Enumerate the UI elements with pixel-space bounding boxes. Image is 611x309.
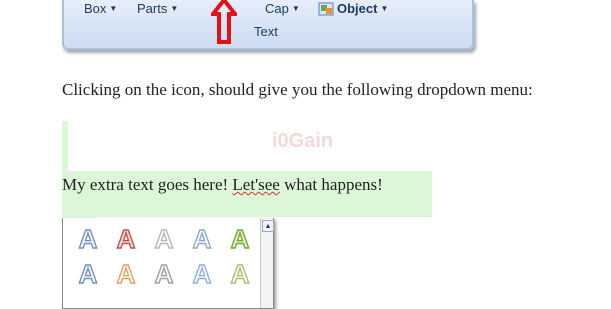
wordart-grid: AAAAAAAAAA — [69, 225, 259, 287]
drop-cap-button[interactable]: Cap ▼ — [265, 1, 300, 16]
wordart-style-9[interactable]: A — [183, 260, 221, 287]
extra-text-line: My extra text goes here! Let'see what ha… — [62, 175, 383, 195]
chevron-down-icon: ▼ — [380, 4, 389, 13]
wordart-style-5[interactable]: A — [221, 225, 259, 252]
gallery-scrollbar[interactable]: ▲ — [260, 218, 274, 308]
watermark-logo: i0Gain — [272, 130, 334, 152]
extra-text-part1: My extra text goes here! — [62, 175, 233, 194]
text-group-label: Text — [254, 24, 278, 39]
wordart-style-8[interactable]: A — [145, 260, 183, 287]
text-box-label: Box — [84, 1, 107, 16]
wordart-style-1[interactable]: A — [69, 225, 107, 252]
text-box-button[interactable]: Box ▼ — [84, 1, 117, 16]
quick-parts-button[interactable]: Parts ▼ — [137, 1, 178, 16]
ribbon-text-group: Box ▼ Parts ▼ Cap ▼ Object ▼ Text — [62, 0, 474, 50]
wordart-style-4[interactable]: A — [183, 225, 221, 252]
object-icon — [318, 2, 334, 15]
object-label: Object — [337, 1, 378, 16]
misspelled-word: Let'see — [232, 175, 280, 194]
chevron-down-icon: ▼ — [291, 4, 300, 13]
chevron-down-icon: ▼ — [109, 4, 118, 13]
object-button[interactable]: Object ▼ — [318, 1, 388, 16]
scroll-up-icon[interactable]: ▲ — [262, 220, 274, 232]
wordart-style-10[interactable]: A — [221, 260, 259, 287]
quick-parts-label: Parts — [137, 1, 168, 16]
drop-cap-label: Cap — [265, 1, 289, 16]
wordart-style-3[interactable]: A — [145, 225, 183, 252]
chevron-down-icon: ▼ — [170, 4, 179, 13]
wordart-style-7[interactable]: A — [107, 260, 145, 287]
wordart-style-2[interactable]: A — [107, 225, 145, 252]
red-arrow-annotation-icon — [211, 0, 237, 44]
extra-text-part2: what happens! — [279, 175, 383, 194]
highlight-gap — [68, 121, 432, 171]
wordart-gallery: AAAAAAAAAA ▲ — [62, 218, 274, 309]
instruction-text: Clicking on the icon, should give you th… — [62, 80, 533, 99]
wordart-style-6[interactable]: A — [69, 260, 107, 287]
